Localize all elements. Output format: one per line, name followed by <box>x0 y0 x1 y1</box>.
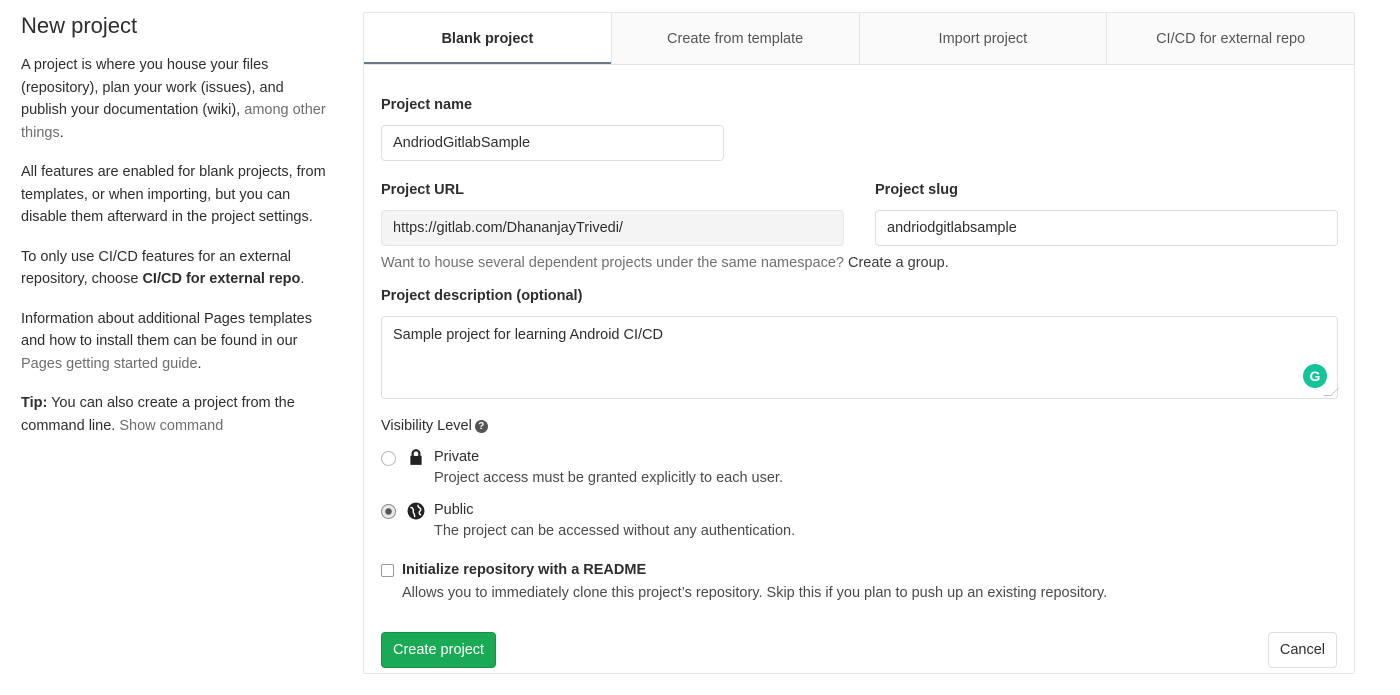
public-description: The project can be accessed without any … <box>434 523 796 539</box>
resize-handle[interactable] <box>1323 388 1339 396</box>
cicd-paragraph: To only use CI/CD features for an extern… <box>21 248 305 288</box>
project-slug-input[interactable]: andriodgitlabsample <box>875 210 1338 246</box>
readme-description: Allows you to immediately clone this pro… <box>402 585 1108 601</box>
tab-cicd-external-repo[interactable]: CI/CD for external repo <box>1106 13 1354 64</box>
project-url-field[interactable]: https://gitlab.com/DhananjayTrivedi/ <box>381 210 844 246</box>
readme-checkbox[interactable] <box>381 564 394 577</box>
visibility-level-label: Visibility Level? <box>381 418 488 434</box>
project-slug-label: Project slug <box>875 182 958 198</box>
new-project-panel: Blank project Create from template Impor… <box>363 12 1355 674</box>
page-title: New project <box>21 13 138 38</box>
help-icon[interactable]: ? <box>474 420 488 433</box>
create-project-button[interactable]: Create project <box>381 632 497 668</box>
grammarly-icon[interactable]: G <box>1303 364 1327 388</box>
private-title: Private <box>434 449 480 465</box>
intro-paragraph: A project is where you house your files … <box>21 57 326 141</box>
private-radio[interactable] <box>381 451 396 466</box>
private-description: Project access must be granted explicitl… <box>434 470 783 486</box>
project-name-input[interactable]: AndriodGitlabSample <box>381 125 724 161</box>
features-paragraph: All features are enabled for blank proje… <box>21 164 326 225</box>
tip-paragraph: Tip: You can also create a project from … <box>21 395 295 434</box>
create-group-link[interactable]: Create a group. <box>848 255 949 271</box>
pages-guide-link[interactable]: Pages getting started guide <box>21 356 198 372</box>
public-radio[interactable] <box>381 504 396 519</box>
pages-paragraph: Information about additional Pages templ… <box>21 310 312 372</box>
project-url-label: Project URL <box>381 182 464 198</box>
globe-icon <box>407 502 425 520</box>
tab-create-from-template[interactable]: Create from template <box>610 13 859 64</box>
project-type-tabs: Blank project Create from template Impor… <box>364 13 1354 65</box>
cancel-button[interactable]: Cancel <box>1267 632 1337 668</box>
public-title: Public <box>434 502 474 518</box>
description-text: Sample project for learning Android CI/C… <box>393 327 663 343</box>
readme-label[interactable]: Initialize repository with a README <box>402 562 646 578</box>
description-label: Project description (optional) <box>381 288 583 304</box>
description-textarea[interactable]: Sample project for learning Android CI/C… <box>381 316 1339 399</box>
lock-icon <box>410 449 422 465</box>
group-hint: Want to house several dependent projects… <box>381 255 949 271</box>
show-command-link[interactable]: Show command <box>119 418 223 434</box>
project-info-sidebar: New project A project is where you house… <box>21 12 331 454</box>
project-name-label: Project name <box>381 97 473 113</box>
tab-blank-project[interactable]: Blank project <box>364 13 611 64</box>
tab-import-project[interactable]: Import project <box>858 13 1107 64</box>
